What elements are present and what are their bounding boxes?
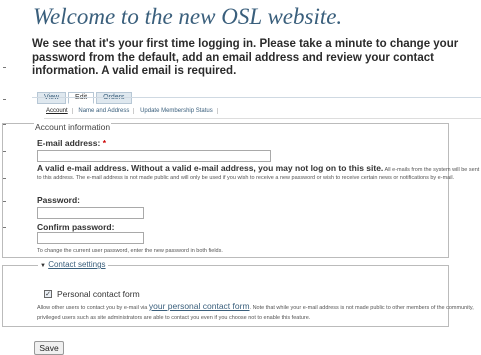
email-label-text: E-mail address: <box>37 138 101 148</box>
intro-text: We see that it's your first time logging… <box>32 38 459 77</box>
required-mark: * <box>102 138 106 148</box>
tab-view[interactable]: View <box>37 92 67 104</box>
personal-contact-form-checkbox[interactable]: ✓ <box>44 290 52 298</box>
subtab-divider <box>44 118 481 119</box>
save-button[interactable]: Save <box>34 341 64 355</box>
edge-mark <box>3 67 6 68</box>
confirm-password-input[interactable] <box>37 232 144 244</box>
collapse-arrow-icon[interactable]: ▼ <box>40 263 46 269</box>
page-title: Welcome to the new OSL website. <box>33 4 343 29</box>
password-label: Password: <box>37 195 80 205</box>
email-description-bold: A valid e-mail address. Without a valid … <box>37 163 384 173</box>
contact-form-description: Allow other users to contact you by e-ma… <box>37 301 481 323</box>
contact-settings-link[interactable]: Contact settings <box>48 260 105 269</box>
confirm-password-label: Confirm password: <box>37 222 115 232</box>
contact-settings-legend[interactable]: ▼ Contact settings <box>38 260 108 271</box>
personal-contact-form-label: Personal contact form <box>57 289 140 299</box>
password-input[interactable] <box>37 207 144 219</box>
password-description: To change the current user password, ent… <box>37 248 223 254</box>
secondary-tabs: Account Name and Address Update Membersh… <box>46 108 218 114</box>
personal-contact-form-link[interactable]: your personal contact form <box>149 301 250 311</box>
contact-desc-before: Allow other users to contact you by e-ma… <box>37 305 148 311</box>
subtab-update-membership-status[interactable]: Update Membership Status <box>136 108 218 114</box>
email-label: E-mail address: * <box>37 138 106 148</box>
tab-divider <box>32 97 481 98</box>
tab-orders[interactable]: Orders <box>96 92 132 104</box>
email-input[interactable] <box>37 150 271 162</box>
account-information-legend: Account information <box>34 122 112 132</box>
subtab-name-and-address[interactable]: Name and Address <box>74 108 135 114</box>
email-description: A valid e-mail address. Without a valid … <box>37 164 481 182</box>
tab-edit[interactable]: Edit <box>68 92 95 104</box>
edge-mark <box>3 99 6 100</box>
subtab-account[interactable]: Account <box>46 108 73 114</box>
